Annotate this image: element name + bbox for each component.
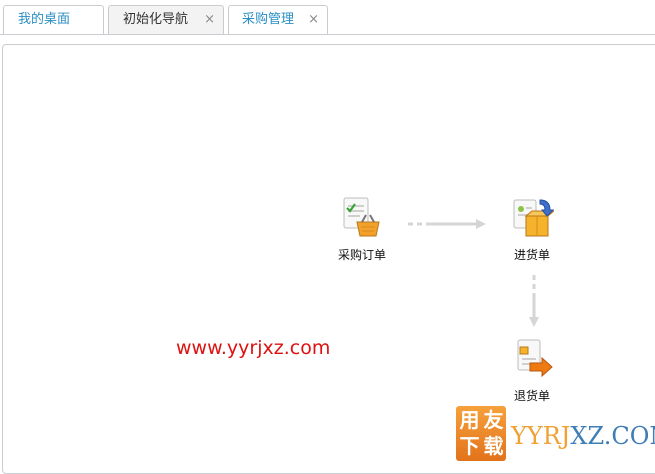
logo-text: YYRJXZ.COM: [511, 422, 655, 450]
flow-arrow-right: [408, 219, 486, 229]
tab-my-desktop[interactable]: 我的桌面: [3, 5, 104, 34]
node-label: 进货单: [513, 248, 550, 262]
node-label: 退货单: [513, 389, 550, 403]
logo-text-part: YYRJ: [511, 422, 571, 450]
purchase-order-icon: [340, 196, 384, 240]
tab-label: 采购管理: [242, 12, 295, 27]
flow-arrow-down: [529, 275, 539, 327]
logo-text-part: XZ.COM: [570, 422, 655, 450]
logo-char: 友: [483, 408, 504, 432]
close-icon[interactable]: ×: [204, 6, 215, 34]
tab-divider: [0, 34, 655, 35]
goods-receipt-icon: [510, 196, 556, 240]
goods-return-icon: [510, 337, 554, 381]
logo-badge: 用 友 下 载: [456, 406, 506, 461]
tab-init-guide[interactable]: 初始化导航 ×: [108, 5, 224, 34]
logo-char: 载: [483, 434, 504, 458]
tab-purchase-management[interactable]: 采购管理 ×: [228, 5, 328, 35]
watermark-url: www.yyrjxz.com: [176, 337, 331, 359]
tab-label: 初始化导航: [123, 12, 189, 27]
node-label: 采购订单: [337, 248, 386, 262]
tab-label: 我的桌面: [18, 12, 71, 27]
close-icon[interactable]: ×: [308, 6, 319, 34]
tab-bar: 我的桌面 初始化导航 × 采购管理 ×: [0, 0, 655, 35]
logo-char: 下: [459, 434, 480, 458]
logo-char: 用: [459, 408, 480, 432]
watermark-logo: 用 友 下 载 YYRJXZ.COM: [456, 406, 655, 463]
